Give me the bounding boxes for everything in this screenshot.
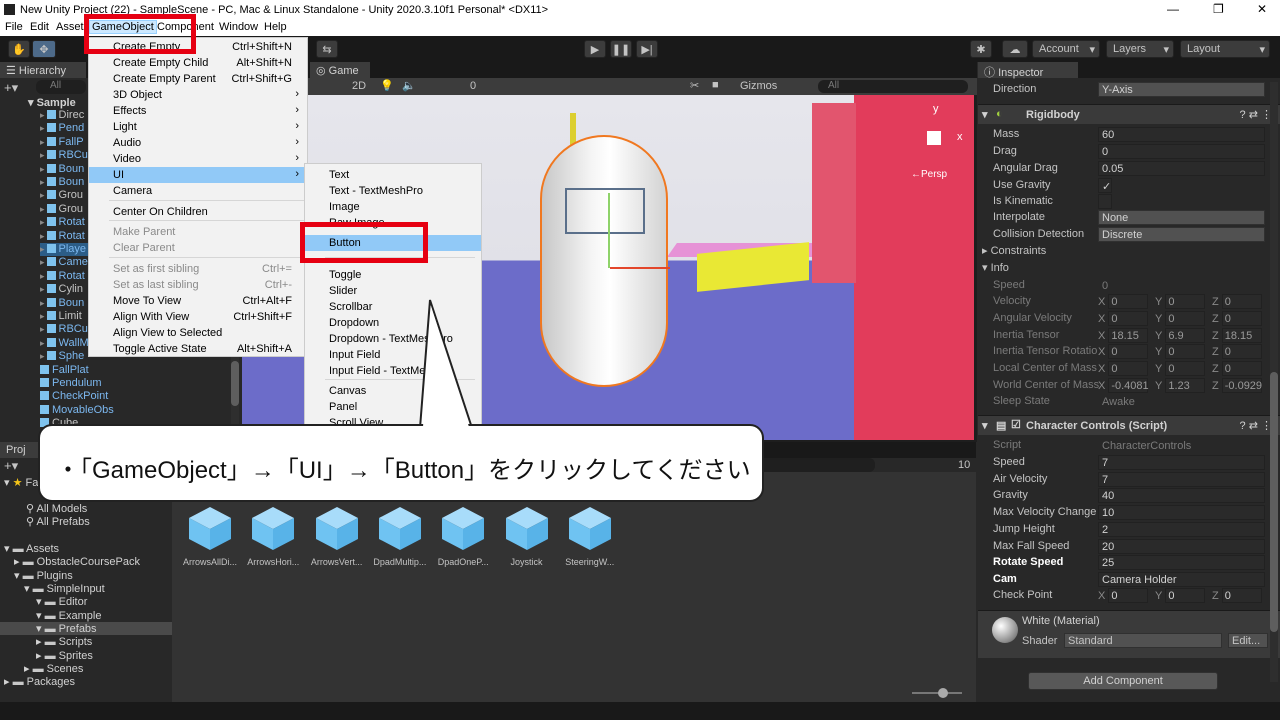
callout-pointer-joint [423, 306, 469, 427]
